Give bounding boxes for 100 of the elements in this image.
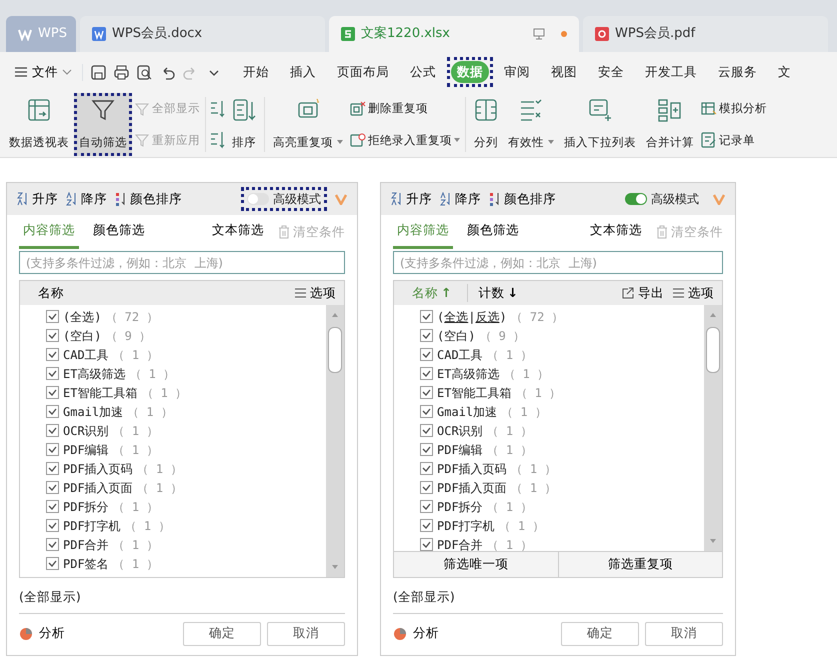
checkbox[interactable] [46,367,59,380]
checkbox[interactable] [46,519,59,532]
sort-ascending-icon[interactable] [210,98,226,119]
tool-button[interactable]: 选项 [294,284,336,302]
analyze-button[interactable]: 分析 [19,624,65,644]
sort-button[interactable]: 颜色排序 [115,190,182,208]
item-label: PDF编辑 [63,442,109,458]
select-link[interactable]: 全选 [444,310,468,324]
filter-tab[interactable]: 颜色筛选 [463,215,523,249]
checkbox[interactable] [46,310,59,323]
checkbox[interactable] [420,310,433,323]
select-link[interactable]: 反选 [475,310,500,324]
checkbox[interactable] [46,348,59,361]
ribbon-button[interactable]: 分列 [469,93,503,156]
document-tab[interactable]: WPS会员.docx [80,16,325,52]
dialog-button[interactable]: 取消 [267,622,345,646]
document-tab[interactable]: 文案1220.xlsx [329,16,579,52]
checkbox[interactable] [420,519,433,532]
checkbox[interactable] [46,424,59,437]
scrollbar-thumb[interactable] [706,327,720,373]
text-filter-button[interactable]: 文本筛选 [208,215,268,249]
checkbox[interactable] [46,386,59,399]
toggle-switch[interactable] [625,193,647,205]
item-label: Gmail加速 [437,404,498,420]
column-header[interactable]: 名称 [38,284,74,302]
ribbon-button[interactable]: 记录单 [700,130,768,150]
ribbon-tab[interactable]: 审阅 [494,56,540,88]
ribbon-button[interactable]: 插入下拉列表 [559,93,641,156]
search-field[interactable]: (支持多条件过滤，例如：北京 上海) [393,251,723,274]
ribbon-button[interactable]: 合并计算 [641,93,699,156]
checkbox[interactable] [420,500,433,513]
filter-tab[interactable]: 颜色筛选 [89,215,149,249]
filter-option-button[interactable]: 筛选重复项 [558,552,722,577]
item-count: （ 1 ） [141,384,188,402]
checkbox[interactable] [46,481,59,494]
item-count: （ 1 ） [486,346,532,364]
column-header[interactable]: 计数 ↓ [467,284,528,302]
ribbon-button[interactable]: 排序 [227,93,261,156]
ribbon-tab[interactable]: 开发工具 [635,56,707,88]
checkbox[interactable] [46,443,59,456]
ribbon-button[interactable]: 删除重复项 [349,99,461,118]
checkbox[interactable] [46,329,59,342]
checkbox[interactable] [46,462,59,475]
text-filter-button[interactable]: 文本筛选 [586,215,646,249]
ribbon-tab[interactable]: 文 [768,56,801,88]
sort-button[interactable]: 升序 [391,190,432,208]
ribbon-button[interactable]: 数据透视表 [4,93,74,156]
sort-descending-icon[interactable] [210,130,226,150]
ribbon-tab[interactable]: 视图 [541,56,587,88]
sort-button[interactable]: 降序 [66,190,107,208]
pie-chart-icon [393,626,407,641]
checkbox[interactable] [420,462,433,475]
tool-button[interactable]: 导出 [622,284,664,302]
dialog-button[interactable]: 确定 [561,622,639,646]
ribbon-tab[interactable]: 插入 [280,56,326,88]
sort-button[interactable]: 升序 [17,190,58,208]
ribbon-tab[interactable]: 云服务 [708,56,767,88]
checkbox[interactable] [420,481,433,494]
tool-button[interactable]: 选项 [672,284,714,302]
ribbon-button[interactable]: 自动筛选 [74,93,132,156]
print-icon[interactable] [113,64,130,80]
dialog-button[interactable]: 取消 [645,622,723,646]
scroll-down-icon [710,539,716,543]
dialog-button[interactable]: 确定 [183,622,261,646]
save-icon[interactable] [90,64,107,80]
checkbox[interactable] [46,500,59,513]
item-count: （ 9 ） [105,328,152,344]
ribbon-tab[interactable]: 安全 [588,56,634,88]
checkbox[interactable] [46,538,59,551]
check-icon [422,484,431,491]
print-preview-icon[interactable] [136,64,153,80]
ribbon-button[interactable]: 有效性 [503,93,559,156]
scrollbar-thumb[interactable] [328,327,342,373]
ribbon-tab[interactable]: 公式 [400,56,446,88]
checkbox[interactable] [420,348,433,361]
checkbox[interactable] [420,329,433,342]
checkbox[interactable] [420,367,433,380]
ribbon-button[interactable]: 模拟分析 [700,99,768,118]
search-field[interactable]: (支持多条件过滤，例如：北京 上海) [19,251,345,274]
filter-option-button[interactable]: 筛选唯一项 [394,552,558,577]
checkbox[interactable] [420,386,433,399]
ribbon-tab[interactable]: 开始 [233,56,279,88]
column-header[interactable]: 名称 ↑ [412,284,462,302]
ribbon-button[interactable]: 高亮重复项 [268,93,348,156]
toggle-switch[interactable] [247,193,269,205]
ribbon-tab[interactable]: 页面布局 [327,56,399,88]
document-tab[interactable]: WPS会员.pdf [583,16,828,52]
analyze-button[interactable]: 分析 [393,624,439,644]
checkbox[interactable] [46,557,59,570]
file-menu[interactable]: 文件 [8,62,78,82]
checkbox[interactable] [420,424,433,437]
sort-button[interactable]: 降序 [440,190,481,208]
checkbox[interactable] [420,405,433,418]
scrollbar[interactable] [326,305,344,577]
checkbox[interactable] [420,538,433,551]
sort-button[interactable]: 颜色排序 [489,190,556,208]
checkbox[interactable] [46,405,59,418]
ribbon-button[interactable]: 拒绝录入重复项 [349,130,461,150]
scrollbar[interactable] [704,305,722,551]
checkbox[interactable] [420,443,433,456]
